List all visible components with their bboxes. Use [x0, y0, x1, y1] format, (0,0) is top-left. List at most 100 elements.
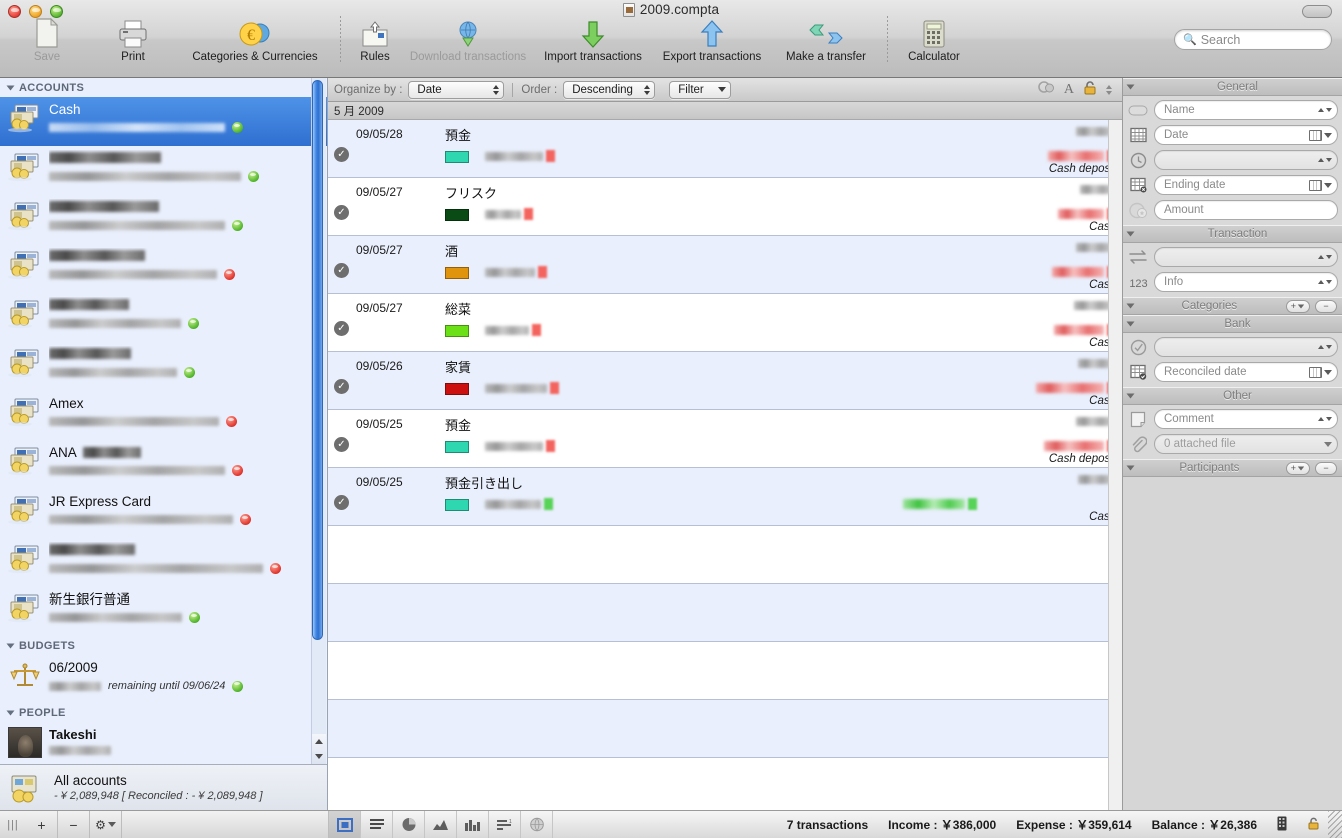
reconciled-checkmark-icon[interactable]: ✓	[334, 321, 349, 336]
remove-button[interactable]: −	[1315, 299, 1337, 313]
ranked-list-button[interactable]: 1	[489, 811, 521, 838]
panel-view-button[interactable]	[329, 811, 361, 838]
make-transfer-button[interactable]: Make a transfer	[771, 16, 881, 63]
account-settings-button[interactable]: ⚙	[90, 811, 122, 838]
transaction-row[interactable]: ✓ 09/05/27 フリスク Cash	[328, 178, 1122, 236]
transaction-row[interactable]: ✓ 09/05/28 預金 Cash deposit	[328, 120, 1122, 178]
print-button[interactable]: Print	[90, 16, 176, 63]
transaction-row[interactable]: ✓ 09/05/26 家賃 Cash	[328, 352, 1122, 410]
sidebar-account-item[interactable]	[0, 195, 327, 244]
chevron-updown-icon[interactable]	[1318, 255, 1332, 259]
add-account-button[interactable]: +	[26, 811, 58, 838]
chevron-updown-icon[interactable]	[1318, 345, 1332, 349]
reconciled-checkmark-icon[interactable]: ✓	[334, 147, 349, 162]
disclosure-triangle-icon[interactable]	[1126, 465, 1135, 471]
disclosure-triangle-icon[interactable]	[1126, 303, 1135, 309]
list-view-button[interactable]	[361, 811, 393, 838]
reconciled-checkmark-icon[interactable]: ✓	[334, 205, 349, 220]
chevron-down-icon[interactable]	[1324, 441, 1332, 447]
area-chart-button[interactable]	[425, 811, 457, 838]
inspector-section-header[interactable]: Other	[1123, 387, 1342, 405]
toolbar-toggle-button[interactable]	[1302, 5, 1332, 18]
field-input[interactable]: Comment	[1154, 409, 1338, 429]
field-input[interactable]: Ending date	[1154, 175, 1338, 195]
scroll-down-icon[interactable]	[315, 754, 323, 759]
save-button[interactable]: Save	[4, 16, 90, 63]
import-transactions-button[interactable]: Import transactions	[533, 16, 653, 63]
sidebar-account-item[interactable]: JR Express Card	[0, 489, 327, 538]
sidebar-account-item[interactable]	[0, 146, 327, 195]
budget-item[interactable]: 06/2009 remaining until 09/06/24	[0, 655, 327, 703]
sidebar-group-people[interactable]: PEOPLE	[0, 703, 327, 722]
grip-icon[interactable]: |||	[0, 819, 26, 831]
bar-chart-button[interactable]	[457, 811, 489, 838]
organize-by-select[interactable]: Date	[408, 80, 505, 99]
rules-button[interactable]: Rules	[347, 16, 403, 63]
field-input[interactable]: 0 attached file	[1154, 434, 1338, 454]
calendar-picker-icon[interactable]	[1309, 129, 1332, 141]
globe-button[interactable]	[521, 811, 553, 838]
sort-stepper-icon[interactable]	[1106, 84, 1112, 95]
sidebar-account-item[interactable]: Cash	[0, 97, 327, 146]
disclosure-triangle-icon[interactable]	[1126, 231, 1135, 237]
export-transactions-button[interactable]: Export transactions	[653, 16, 771, 63]
chevron-updown-icon[interactable]	[1318, 417, 1332, 421]
add-button[interactable]: +	[1285, 461, 1310, 475]
transaction-row[interactable]: ✓ 09/05/27 総菜 Cash	[328, 294, 1122, 352]
transactions-scrollbar[interactable]	[1108, 120, 1122, 810]
remove-button[interactable]: −	[1315, 461, 1337, 475]
disclosure-triangle-icon[interactable]	[1126, 321, 1135, 327]
calendar-picker-icon[interactable]	[1309, 366, 1332, 378]
lock-icon[interactable]	[1307, 816, 1320, 833]
all-accounts-row[interactable]: All accounts - ¥ 2,089,948 [ Reconciled …	[0, 764, 327, 810]
sidebar-group-budgets[interactable]: BUDGETS	[0, 636, 327, 655]
sidebar-account-item[interactable]	[0, 538, 327, 587]
sidebar-scrollbar-track[interactable]	[311, 78, 326, 764]
keypad-icon[interactable]	[1277, 816, 1287, 834]
disclosure-triangle-icon[interactable]	[1126, 393, 1135, 399]
reconciled-checkmark-icon[interactable]: ✓	[334, 263, 349, 278]
calculator-button[interactable]: Calculator	[894, 16, 974, 63]
field-input[interactable]	[1154, 337, 1338, 357]
inspector-section-header[interactable]: Categories + −	[1123, 297, 1342, 315]
categories-currencies-button[interactable]: € Categories & Currencies	[176, 16, 334, 63]
calendar-picker-icon[interactable]	[1309, 179, 1332, 191]
person-item[interactable]: Takeshi	[0, 722, 327, 764]
transaction-row[interactable]: ✓ 09/05/27 酒 Cash	[328, 236, 1122, 294]
order-select[interactable]: Descending	[563, 80, 656, 99]
disclosure-triangle-icon[interactable]	[6, 710, 15, 716]
transaction-row[interactable]: ✓ 09/05/25 預金引き出し Cash	[328, 468, 1122, 526]
sidebar-account-item[interactable]: 新生銀行普通	[0, 587, 327, 636]
inspector-section-header[interactable]: Bank	[1123, 315, 1342, 333]
chevron-updown-icon[interactable]	[1318, 280, 1332, 284]
field-input[interactable]: Name	[1154, 100, 1338, 120]
reconciled-checkmark-icon[interactable]: ✓	[334, 437, 349, 452]
disclosure-triangle-icon[interactable]	[6, 643, 15, 649]
field-input[interactable]: Info	[1154, 272, 1338, 292]
inspector-section-header[interactable]: General	[1123, 78, 1342, 96]
sidebar-account-item[interactable]	[0, 244, 327, 293]
field-input[interactable]	[1154, 247, 1338, 267]
add-button[interactable]: +	[1285, 299, 1310, 313]
download-transactions-button[interactable]: Download transactions	[403, 16, 533, 63]
lock-icon[interactable]	[1083, 80, 1097, 100]
sidebar-account-item[interactable]	[0, 293, 327, 342]
sidebar-account-item[interactable]: ANA	[0, 440, 327, 489]
search-input[interactable]: 🔍 Search	[1174, 29, 1332, 50]
field-input[interactable]: Reconciled date	[1154, 362, 1338, 382]
sidebar-scrollbar-thumb[interactable]	[312, 80, 323, 640]
sidebar-account-item[interactable]: Amex	[0, 391, 327, 440]
disclosure-triangle-icon[interactable]	[6, 85, 15, 91]
transactions-list[interactable]: ✓ 09/05/28 預金 Cash deposit ✓ 09/05/27 フリ…	[328, 120, 1122, 810]
disclosure-triangle-icon[interactable]	[1126, 84, 1135, 90]
currency-icon[interactable]	[1038, 80, 1055, 99]
chevron-updown-icon[interactable]	[1318, 158, 1332, 162]
font-size-icon[interactable]: A	[1064, 82, 1074, 98]
remove-account-button[interactable]: −	[58, 811, 90, 838]
reconciled-checkmark-icon[interactable]: ✓	[334, 495, 349, 510]
filter-select[interactable]: Filter	[669, 80, 732, 99]
inspector-section-header[interactable]: Transaction	[1123, 225, 1342, 243]
inspector-section-header[interactable]: Participants + −	[1123, 459, 1342, 477]
transaction-row[interactable]: ✓ 09/05/25 預金 Cash deposit	[328, 410, 1122, 468]
chevron-updown-icon[interactable]	[1318, 108, 1332, 112]
